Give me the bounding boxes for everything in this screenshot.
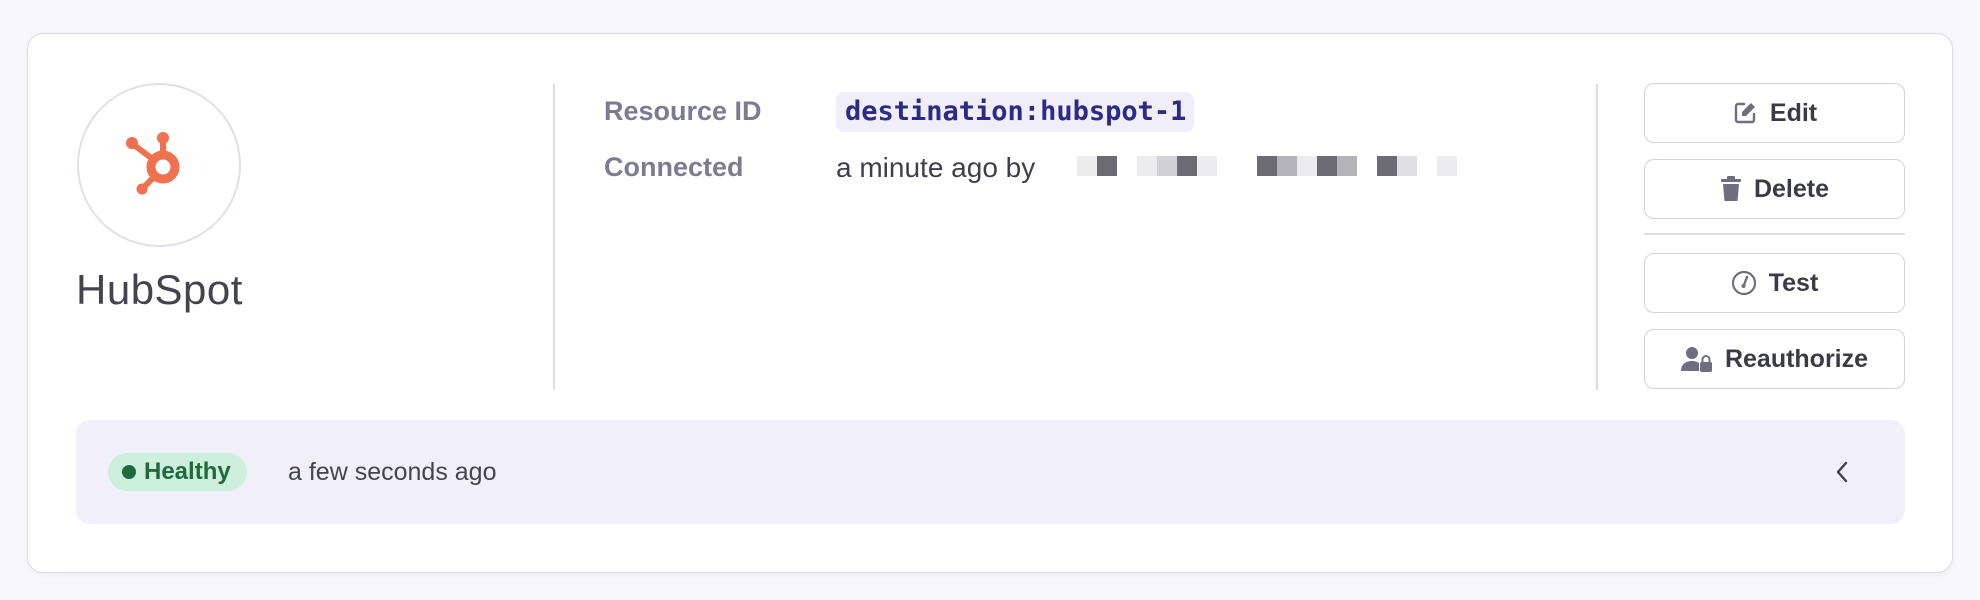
- delete-label: Delete: [1753, 174, 1830, 203]
- resource-id-label: Resource ID: [604, 96, 762, 126]
- reauthorize-button[interactable]: Reauthorize: [1644, 329, 1905, 389]
- connected-value: a minute ago by: [836, 152, 1036, 183]
- column-divider: [1596, 84, 1598, 390]
- hubspot-logo-icon: [126, 132, 180, 195]
- chevron-left-icon: [1836, 461, 1848, 483]
- redacted-user: [1077, 156, 1457, 176]
- edit-label: Edit: [1769, 98, 1818, 127]
- resource-id-value: destination:hubspot-1: [836, 92, 1195, 132]
- column-divider: [553, 84, 555, 390]
- trash-icon: [1720, 176, 1741, 201]
- expand-status-button[interactable]: [1825, 455, 1859, 489]
- actions-divider: [1644, 233, 1905, 235]
- status-badge: Healthy: [108, 453, 247, 491]
- user-lock-icon: [1680, 347, 1712, 372]
- status-bar: Healthy a few seconds ago: [76, 420, 1905, 524]
- status-dot-icon: [122, 465, 136, 479]
- destination-logo: [77, 83, 241, 247]
- connected-label: Connected: [604, 152, 744, 182]
- reauthorize-label: Reauthorize: [1724, 344, 1869, 373]
- test-label: Test: [1768, 268, 1819, 297]
- gauge-icon: [1731, 270, 1756, 296]
- test-button[interactable]: Test: [1644, 253, 1905, 313]
- edit-button[interactable]: Edit: [1644, 83, 1905, 143]
- destination-card: HubSpot Resource ID destination:hubspot-…: [27, 33, 1953, 573]
- status-badge-label: Healthy: [144, 458, 231, 485]
- destination-name: HubSpot: [76, 266, 243, 313]
- delete-button[interactable]: Delete: [1644, 159, 1905, 219]
- edit-icon: [1734, 102, 1756, 124]
- status-timestamp: a few seconds ago: [288, 458, 497, 486]
